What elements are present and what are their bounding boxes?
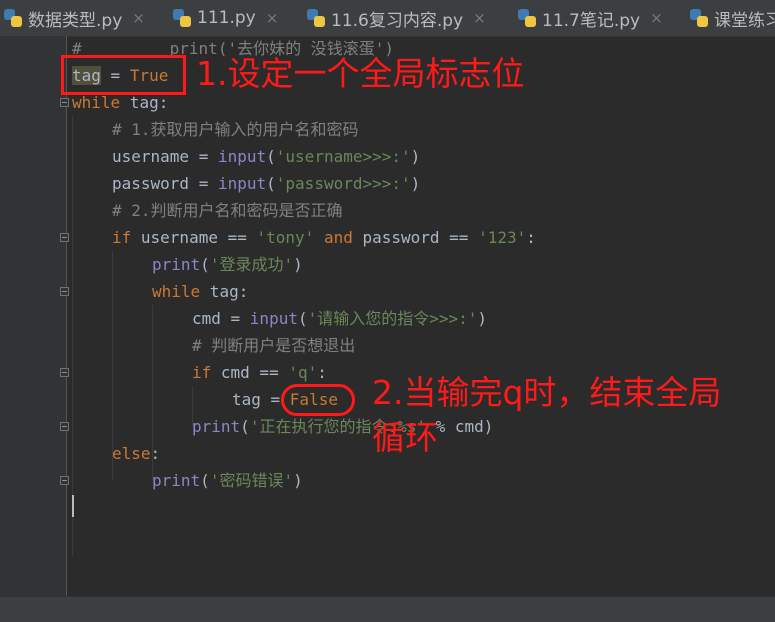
fold-icon[interactable] xyxy=(60,233,69,242)
code-line: print('密码错误') xyxy=(152,471,303,490)
python-file-icon xyxy=(173,9,191,27)
python-file-icon xyxy=(4,9,22,27)
code-line: while tag: xyxy=(152,282,249,301)
code-line: if username == 'tony' and password == '1… xyxy=(112,228,536,247)
tab-file-3[interactable]: 11.6复习内容.py × xyxy=(307,0,486,36)
fold-icon[interactable] xyxy=(60,368,69,377)
code-line: # 2.判断用户名和密码是否正确 xyxy=(112,201,343,220)
fold-icon[interactable] xyxy=(60,422,69,431)
python-file-icon xyxy=(518,9,536,27)
close-icon[interactable]: × xyxy=(473,9,486,27)
code-line: # 1.获取用户输入的用户名和密码 xyxy=(112,120,359,139)
python-file-icon xyxy=(307,9,325,27)
code-line: # 判断用户是否想退出 xyxy=(192,336,356,355)
editor-tab-bar: 数据类型.py × 111.py × 11.6复习内容.py × 11.7笔记.… xyxy=(0,0,775,37)
tab-file-5[interactable]: 课堂练习 xyxy=(690,0,775,36)
code-line: cmd = input('请输入您的指令>>>:') xyxy=(192,309,488,328)
annotation-note-2-cont: 循环 xyxy=(372,418,438,457)
fold-icon[interactable] xyxy=(60,98,69,107)
fold-icon[interactable] xyxy=(60,476,69,485)
code-line: password = input('password>>>:') xyxy=(112,174,421,193)
code-line: print('登录成功') xyxy=(152,255,303,274)
tab-label: 11.7笔记.py xyxy=(542,10,641,31)
indent-guide xyxy=(72,116,73,556)
close-icon[interactable]: × xyxy=(266,9,279,27)
tab-file-2[interactable]: 111.py × xyxy=(173,0,278,36)
code-line: if cmd == 'q': xyxy=(192,363,327,382)
tab-label: 111.py xyxy=(197,8,256,28)
tab-label: 数据类型.py xyxy=(28,10,123,31)
annotation-circle-false xyxy=(281,384,355,416)
text-cursor xyxy=(72,495,74,517)
tab-file-4[interactable]: 11.7笔记.py × xyxy=(518,0,663,36)
close-icon[interactable]: × xyxy=(650,9,663,27)
tab-label: 课堂练习 xyxy=(714,10,775,31)
python-file-icon xyxy=(690,9,708,27)
tab-label: 11.6复习内容.py xyxy=(331,10,464,31)
code-line: else: xyxy=(112,444,161,463)
close-icon[interactable]: × xyxy=(132,9,145,27)
code-line: username = input('username>>>:') xyxy=(112,147,421,166)
code-line: print('正在执行您的指令:%s' % cmd) xyxy=(192,417,494,436)
annotation-note-2: 2.当输完q时，结束全局 xyxy=(372,373,722,412)
line-number-gutter: 35 36 37 38 39 40 41 42 43 44 45 46 47 4… xyxy=(0,36,69,596)
annotation-box-tag xyxy=(61,55,186,95)
code-editor[interactable]: # print('去你妹的 没钱滚蛋') tag = True while tag… xyxy=(72,36,775,596)
tab-file-1[interactable]: 数据类型.py × xyxy=(4,0,145,36)
fold-icon[interactable] xyxy=(60,287,69,296)
status-bar xyxy=(0,596,775,622)
annotation-note-1: 1.设定一个全局标志位 xyxy=(196,54,525,93)
